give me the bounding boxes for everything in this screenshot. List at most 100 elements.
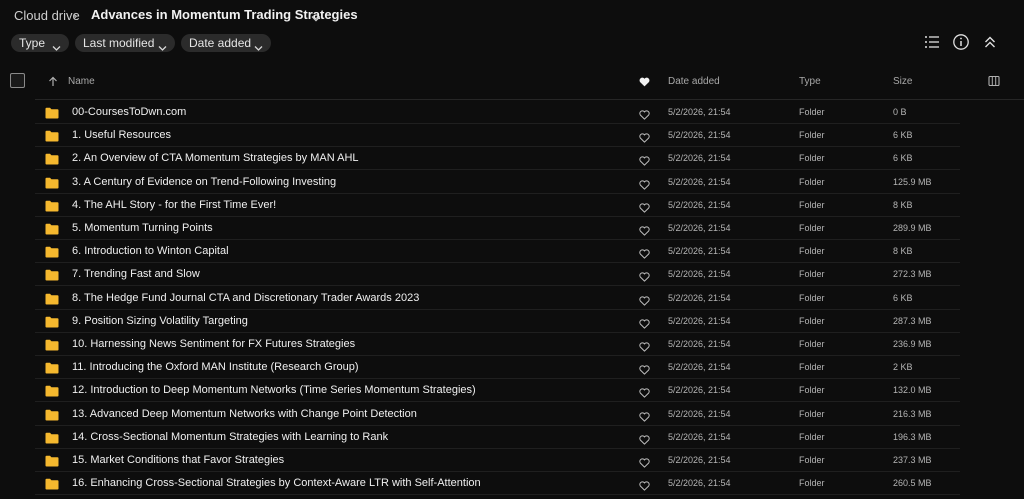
file-name[interactable]: 13. Advanced Deep Momentum Networks with…	[72, 408, 417, 420]
file-name[interactable]: 7. Trending Fast and Slow	[72, 268, 200, 280]
date-added-cell: 5/2/2026, 21:54	[668, 315, 731, 326]
date-added-cell: 5/2/2026, 21:54	[668, 385, 731, 396]
breadcrumb-root-link[interactable]: Cloud drive	[14, 8, 80, 23]
folder-icon	[45, 222, 59, 240]
size-cell: 132.0 MB	[893, 385, 932, 396]
file-name[interactable]: 9. Position Sizing Volatility Targeting	[72, 315, 248, 327]
file-name[interactable]: 15. Market Conditions that Favor Strateg…	[72, 454, 284, 466]
file-name[interactable]: 8. The Hedge Fund Journal CTA and Discre…	[72, 292, 419, 304]
table-row[interactable]: 4. The AHL Story - for the First Time Ev…	[0, 194, 1024, 217]
table-row[interactable]: 3. A Century of Evidence on Trend-Follow…	[0, 171, 1024, 194]
column-header-type[interactable]: Type	[799, 76, 821, 87]
file-name[interactable]: 14. Cross-Sectional Momentum Strategies …	[72, 431, 388, 443]
chevron-down-icon	[158, 39, 167, 57]
date-added-cell: 5/2/2026, 21:54	[668, 130, 731, 141]
table-row[interactable]: 13. Advanced Deep Momentum Networks with…	[0, 403, 1024, 426]
column-header-name[interactable]: Name	[68, 76, 95, 87]
size-cell: 6 KB	[893, 130, 913, 141]
file-name[interactable]: 1. Useful Resources	[72, 129, 171, 141]
filter-type-chip[interactable]: Type	[11, 34, 69, 52]
size-cell: 125.9 MB	[893, 176, 932, 187]
type-cell: Folder	[799, 269, 825, 280]
size-cell: 236.9 MB	[893, 339, 932, 349]
table-row[interactable]: 5. Momentum Turning Points 5/2/2026, 21:…	[0, 217, 1024, 240]
table-row[interactable]: 10. Harnessing News Sentiment for FX Fut…	[0, 333, 1024, 356]
column-header-size[interactable]: Size	[893, 76, 912, 87]
table-row[interactable]: 2. An Overview of CTA Momentum Strategie…	[0, 147, 1024, 171]
file-name[interactable]: 12. Introduction to Deep Momentum Networ…	[72, 384, 476, 396]
date-added-cell: 5/2/2026, 21:54	[668, 269, 731, 280]
type-cell: Folder	[799, 153, 825, 164]
folder-icon	[45, 176, 59, 194]
columns-settings-icon[interactable]	[988, 74, 1000, 92]
file-name[interactable]: 3. A Century of Evidence on Trend-Follow…	[72, 176, 336, 188]
file-name[interactable]: 16. Enhancing Cross-Sectional Strategies…	[72, 477, 481, 489]
date-added-cell: 5/2/2026, 21:54	[668, 362, 731, 373]
table-row[interactable]: 8. The Hedge Fund Journal CTA and Discre…	[0, 287, 1024, 310]
table-row[interactable]: 15. Market Conditions that Favor Strateg…	[0, 449, 1024, 472]
folder-icon	[45, 268, 59, 286]
type-cell: Folder	[799, 107, 825, 117]
heart-icon[interactable]	[639, 74, 650, 92]
type-cell: Folder	[799, 431, 825, 442]
file-name[interactable]: 4. The AHL Story - for the First Time Ev…	[72, 199, 276, 211]
date-added-cell: 5/2/2026, 21:54	[668, 408, 731, 419]
info-icon[interactable]	[952, 33, 972, 53]
date-added-cell: 5/2/2026, 21:54	[668, 455, 731, 465]
date-added-cell: 5/2/2026, 21:54	[668, 199, 731, 210]
type-cell: Folder	[799, 176, 825, 187]
table-row[interactable]: 16. Enhancing Cross-Sectional Strategies…	[0, 472, 1024, 496]
folder-icon	[45, 106, 59, 124]
size-cell: 8 KB	[893, 199, 913, 210]
sort-arrow-up-icon[interactable]	[48, 74, 58, 92]
date-added-cell: 5/2/2026, 21:54	[668, 107, 731, 117]
date-added-cell: 5/2/2026, 21:54	[668, 339, 731, 349]
header-divider	[35, 99, 1024, 100]
table-row[interactable]: 1. Useful Resources 5/2/2026, 21:54 Fold…	[0, 124, 1024, 148]
date-added-cell: 5/2/2026, 21:54	[668, 478, 731, 489]
table-header: Name Date added Type Size	[0, 68, 1024, 100]
type-cell: Folder	[799, 478, 825, 489]
size-cell: 6 KB	[893, 292, 913, 303]
table-row[interactable]: 14. Cross-Sectional Momentum Strategies …	[0, 426, 1024, 449]
table-row[interactable]: 7. Trending Fast and Slow 5/2/2026, 21:5…	[0, 263, 1024, 287]
chevron-down-icon[interactable]	[311, 9, 321, 27]
table-row[interactable]: 6. Introduction to Winton Capital 5/2/20…	[0, 240, 1024, 264]
folder-icon	[45, 315, 59, 333]
folder-icon	[45, 431, 59, 449]
table-row[interactable]: 11. Introducing the Oxford MAN Institute…	[0, 356, 1024, 380]
filter-type-label: Type	[19, 36, 46, 50]
folder-icon	[45, 245, 59, 263]
file-name[interactable]: 6. Introduction to Winton Capital	[72, 245, 229, 257]
file-name[interactable]: 5. Momentum Turning Points	[72, 222, 213, 234]
type-cell: Folder	[799, 385, 825, 396]
table-row[interactable]: 9. Position Sizing Volatility Targeting …	[0, 310, 1024, 333]
type-cell: Folder	[799, 246, 825, 257]
row-divider	[35, 494, 960, 496]
date-added-cell: 5/2/2026, 21:54	[668, 176, 731, 187]
table-row[interactable]: 00-CoursesToDwn.com 5/2/2026, 21:54 Fold…	[0, 101, 1024, 124]
file-name[interactable]: 00-CoursesToDwn.com	[72, 106, 186, 118]
collapse-icon[interactable]	[981, 33, 1001, 53]
folder-icon	[45, 361, 59, 379]
folder-icon	[45, 199, 59, 217]
filter-date-added-chip[interactable]: Date added	[181, 34, 271, 52]
file-name[interactable]: 10. Harnessing News Sentiment for FX Fut…	[72, 338, 355, 350]
select-all-checkbox[interactable]	[10, 73, 25, 88]
folder-icon	[45, 152, 59, 170]
size-cell: 237.3 MB	[893, 455, 932, 465]
type-cell: Folder	[799, 315, 825, 326]
list-view-icon[interactable]	[923, 33, 943, 53]
date-added-cell: 5/2/2026, 21:54	[668, 153, 731, 164]
file-name[interactable]: 11. Introducing the Oxford MAN Institute…	[72, 361, 359, 373]
filter-date-added-label: Date added	[189, 36, 252, 50]
filter-last-modified-chip[interactable]: Last modified	[75, 34, 175, 52]
size-cell: 2 KB	[893, 362, 913, 373]
file-name[interactable]: 2. An Overview of CTA Momentum Strategie…	[72, 152, 359, 164]
folder-icon	[45, 384, 59, 402]
column-header-date-added[interactable]: Date added	[668, 76, 720, 87]
table-row[interactable]: 12. Introduction to Deep Momentum Networ…	[0, 379, 1024, 403]
size-cell: 216.3 MB	[893, 408, 932, 419]
type-cell: Folder	[799, 130, 825, 141]
folder-icon	[45, 129, 59, 147]
